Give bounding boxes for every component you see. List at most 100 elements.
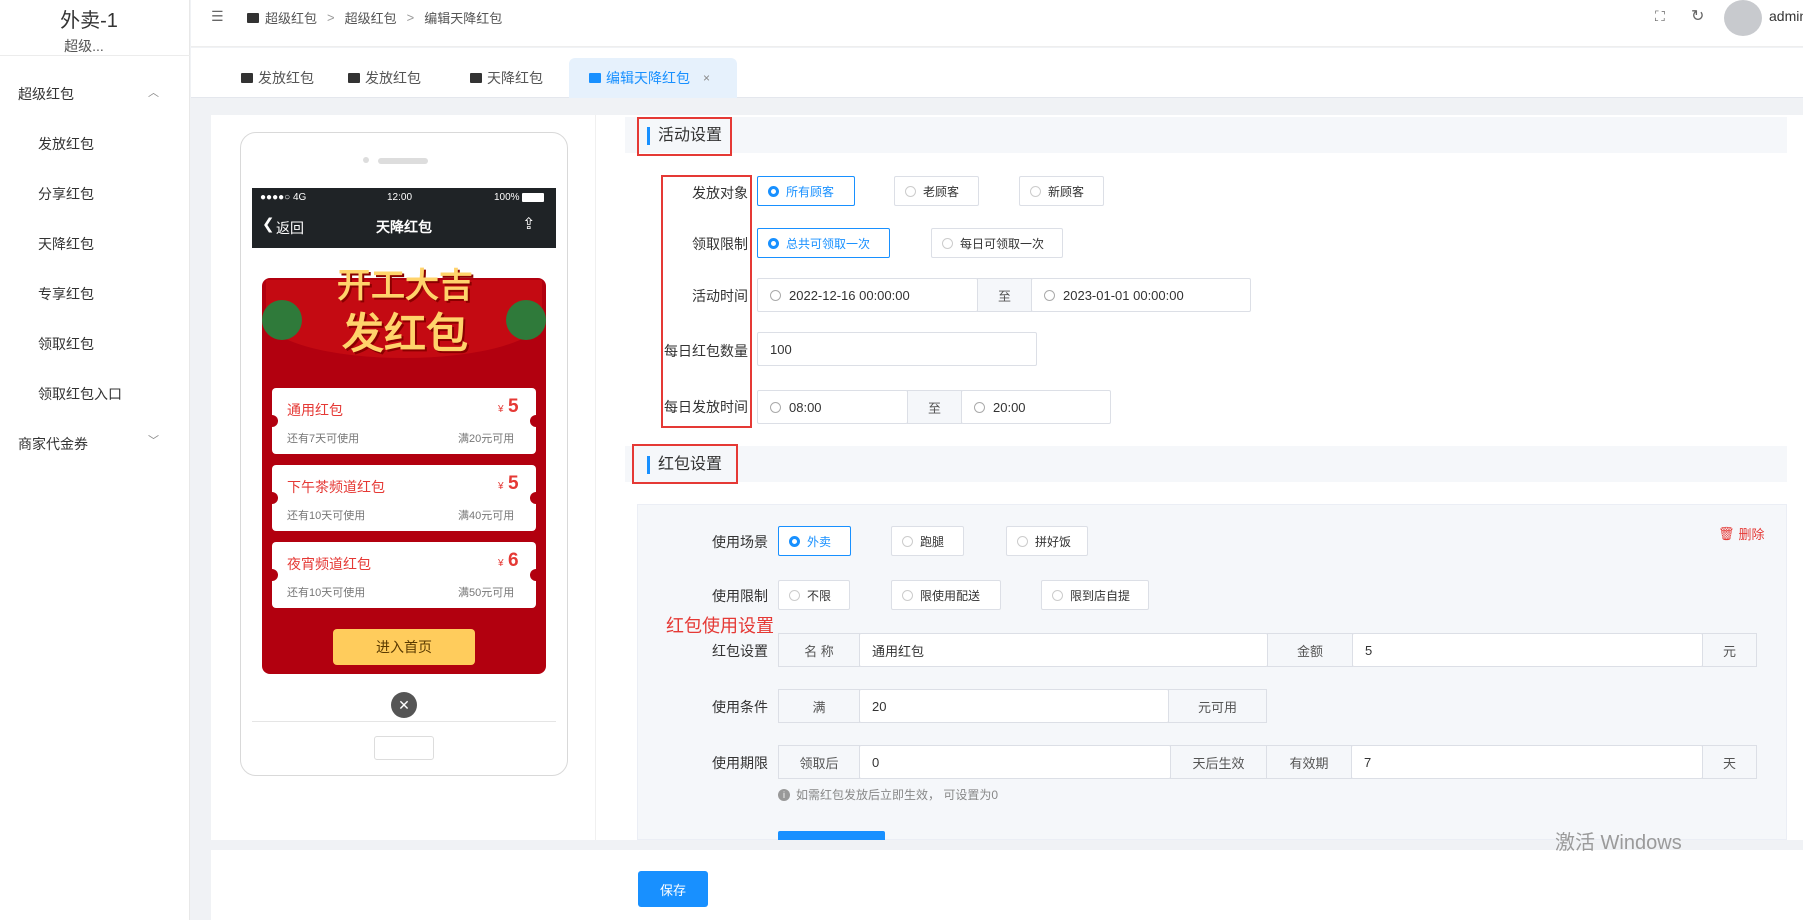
start-time-input[interactable]: 2022-12-16 00:00:00	[757, 278, 978, 312]
tab-label: 发放红包	[365, 70, 421, 86]
range-separator: 至	[907, 390, 962, 424]
coupon-card[interactable]: 通用红包 ¥ 5 还有7天可使用 满20元可用	[266, 388, 542, 454]
coupon-condition: 满20元可用	[458, 433, 515, 445]
sidebar-item-receive[interactable]: 领取红包	[38, 334, 94, 354]
user-name[interactable]: admin	[1769, 8, 1803, 24]
radio-icon	[1030, 185, 1041, 197]
sidebar-item-exclusive[interactable]: 专享红包	[38, 284, 94, 304]
period-label: 使用期限	[712, 755, 768, 771]
sidebar-group-coupon[interactable]: 商家代金券	[18, 434, 88, 454]
banner-line2: 发红包	[341, 309, 468, 358]
tab-send-redpack-2[interactable]: 发放红包	[348, 58, 421, 98]
phone-speaker	[378, 158, 428, 164]
tab-edit-sky-redpack[interactable]: 编辑天降红包 ×	[569, 58, 737, 98]
sidebar: 外卖-1 超级... 超级红包 ︿ 发放红包 分享红包 天降红包 专享红包 领取…	[0, 0, 190, 920]
sidebar-item-receive-entry[interactable]: 领取红包入口	[38, 384, 122, 404]
condition-input[interactable]: 20	[859, 689, 1169, 723]
range-separator: 至	[977, 278, 1032, 312]
valid-unit: 天	[1702, 745, 1757, 779]
phone-home-button	[374, 736, 434, 760]
close-circle-icon[interactable]: ✕	[391, 692, 417, 718]
save-button[interactable]: 保存	[638, 871, 708, 907]
envelope-icon	[589, 73, 601, 83]
sidebar-group-super-redpack[interactable]: 超级红包	[18, 84, 74, 104]
info-icon: i	[778, 788, 790, 801]
daily-start-input[interactable]: 08:00	[757, 390, 908, 424]
end-time-input[interactable]: 2023-01-01 00:00:00	[1031, 278, 1251, 312]
name-input[interactable]: 通用红包	[859, 633, 1268, 667]
limit-radio-once[interactable]: 总共可领取一次	[757, 228, 890, 258]
add-button-partial[interactable]	[778, 831, 885, 840]
chevron-up-icon[interactable]: ︿	[148, 84, 159, 100]
scene-radio-group[interactable]: 拼好饭	[1006, 526, 1088, 556]
currency-symbol: ¥	[498, 481, 504, 492]
limit-radio-daily[interactable]: 每日可领取一次	[931, 228, 1063, 258]
amount-unit: 元	[1702, 633, 1757, 667]
fullscreen-icon[interactable]: ⛶	[1655, 8, 1665, 25]
target-radio-all[interactable]: 所有顾客	[757, 176, 855, 206]
radio-icon	[768, 237, 779, 249]
scene-label: 使用场景	[712, 534, 768, 550]
share-icon[interactable]: ⇪	[522, 214, 535, 234]
tab-sky-redpack[interactable]: 天降红包	[470, 58, 543, 98]
breadcrumb-item[interactable]: 超级红包	[265, 8, 317, 27]
currency-symbol: ¥	[498, 404, 504, 415]
radio-icon	[905, 185, 916, 197]
envelope-icon	[470, 73, 482, 83]
radio-icon	[789, 589, 800, 601]
coupon-name: 夜宵频道红包	[287, 556, 371, 572]
condition-label: 使用条件	[712, 699, 768, 715]
tab-label: 发放红包	[258, 70, 314, 86]
breadcrumb-item[interactable]: 超级红包	[345, 8, 397, 27]
period-hint: i 如需红包发放后立即生效， 可设置为0	[778, 786, 998, 803]
chevron-down-icon[interactable]: ﹀	[148, 432, 159, 448]
daily-end-input[interactable]: 20:00	[961, 390, 1111, 424]
clock-icon	[770, 401, 781, 413]
amount-addon: 金额	[1267, 633, 1353, 667]
coupon-condition: 满50元可用	[458, 587, 515, 599]
restrict-radio-delivery[interactable]: 限使用配送	[891, 580, 1001, 610]
status-time: 12:00	[387, 192, 413, 203]
scene-radio-errand[interactable]: 跑腿	[891, 526, 964, 556]
sidebar-item-send[interactable]: 发放红包	[38, 134, 94, 154]
delete-button[interactable]: 🗑 删除	[1718, 524, 1765, 543]
menu-fold-icon[interactable]: ☰	[211, 8, 224, 25]
limit-label: 领取限制	[692, 236, 748, 252]
valid-input[interactable]: 7	[1351, 745, 1703, 779]
coupon-amount: 5	[508, 473, 519, 494]
tab-label: 编辑天降红包	[606, 70, 690, 86]
restrict-radio-none[interactable]: 不限	[778, 580, 850, 610]
radio-icon	[902, 589, 913, 601]
redpack-section-title: 红包设置	[647, 456, 722, 474]
coupon-card[interactable]: 下午茶频道红包 ¥ 5 还有10天可使用 满40元可用	[266, 465, 542, 531]
sidebar-item-sky[interactable]: 天降红包	[38, 234, 94, 254]
scene-radio-takeout[interactable]: 外卖	[778, 526, 851, 556]
tab-send-redpack-1[interactable]: 发放红包	[241, 58, 314, 98]
target-radio-old[interactable]: 老顾客	[894, 176, 979, 206]
sidebar-item-share[interactable]: 分享红包	[38, 184, 94, 204]
phone-page-title: 天降红包	[376, 219, 432, 235]
daily-count-input[interactable]: 100	[757, 332, 1037, 366]
avatar[interactable]	[1724, 0, 1762, 36]
coupon-card[interactable]: 夜宵频道红包 ¥ 6 还有10天可使用 满50元可用	[266, 542, 542, 608]
battery-icon	[522, 193, 544, 202]
enter-home-button[interactable]: 进入首页	[333, 629, 475, 665]
target-radio-new[interactable]: 新顾客	[1019, 176, 1104, 206]
close-icon[interactable]: ×	[703, 71, 710, 85]
period-input[interactable]: 0	[859, 745, 1171, 779]
logo-divider	[0, 55, 190, 56]
coupon-name: 下午茶频道红包	[287, 479, 385, 495]
amount-input[interactable]: 5	[1352, 633, 1703, 667]
restrict-radio-pickup[interactable]: 限到店自提	[1041, 580, 1149, 610]
coupon-validity: 还有7天可使用	[287, 433, 360, 445]
period-mid: 天后生效	[1170, 745, 1267, 779]
coupon-validity: 还有10天可使用	[287, 587, 366, 599]
refresh-icon[interactable]: ↻	[1691, 6, 1704, 26]
coupon-name: 通用红包	[287, 402, 343, 418]
top-bar: ☰ 超级红包 > 超级红包 > 编辑天降红包 ⛶ ↻ admin	[191, 0, 1803, 47]
coupon-validity: 还有10天可使用	[287, 510, 366, 522]
name-addon: 名 称	[778, 633, 860, 667]
period-prefix: 领取后	[778, 745, 860, 779]
windows-watermark: 激活 Windows	[1555, 832, 1682, 854]
phone-header: ●●●●○ 4G 12:00 100% ❮ 返回 天降红包 ⇪	[252, 188, 556, 248]
